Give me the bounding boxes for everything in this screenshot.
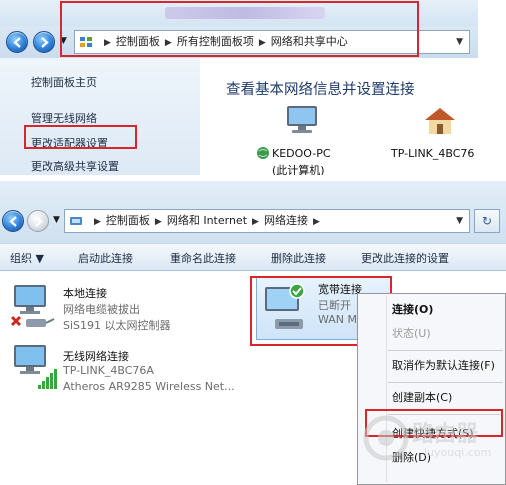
menu-item-connect[interactable]: 连接(O)	[358, 298, 505, 322]
command-toolbar: 组织 ▼ 启动此连接 重命名此连接 删除此连接 更改此连接的设置	[0, 243, 506, 271]
change-settings-button[interactable]: 更改此连接的设置	[361, 250, 449, 266]
network-sharing-center-window: ▼ ▶ 控制面板 ▶ 所有控制面板项 ▶ 网络和共享中心 ▼ 控制面板主页 管理无线网络 …	[0, 0, 478, 175]
address-dropdown-icon[interactable]: ▼	[456, 31, 463, 53]
breadcrumb-network-connections[interactable]: 网络连接	[264, 210, 308, 232]
wireless-adapter-icon	[14, 345, 57, 389]
arrow-right-icon	[41, 37, 49, 48]
back-button[interactable]	[6, 31, 28, 53]
watermark-url: luyouqi.com	[424, 446, 492, 459]
router-name: TP-LINK_4BC76	[391, 147, 475, 160]
menu-item-status[interactable]: 状态(U)	[358, 322, 505, 346]
highlight-box-address	[60, 1, 419, 57]
arrow-left-icon	[9, 216, 17, 227]
refresh-button[interactable]: ↻	[474, 209, 500, 233]
forward-button[interactable]	[27, 210, 49, 232]
network-folder-icon	[70, 217, 82, 225]
navigation-bar: ▼ ▶ 控制面板 ▶ 网络和 Internet ▶ 网络连接 ▶ ▼ ↻	[0, 181, 506, 243]
connection-name: 本地连接	[63, 287, 107, 300]
chevron-right-icon: ▶	[94, 217, 101, 227]
menu-separator	[388, 382, 503, 383]
breadcrumb-network-internet[interactable]: 网络和 Internet	[167, 210, 247, 232]
forward-button[interactable]	[33, 31, 55, 53]
sidebar: 控制面板主页 管理无线网络 更改适配器设置 更改高级共享设置	[0, 58, 200, 175]
rename-connection-button[interactable]: 重命名此连接	[170, 250, 236, 266]
sidebar-item-advanced-sharing[interactable]: 更改高级共享设置	[31, 158, 119, 174]
chevron-right-icon: ▶	[312, 217, 320, 227]
watermark: 路由器 luyouqi.com	[362, 408, 494, 472]
watermark-text: 路由器	[412, 422, 479, 447]
chevron-right-icon: ▶	[154, 217, 162, 227]
house-icon	[425, 108, 455, 134]
computer-name: KEDOO-PC	[272, 147, 331, 160]
computer-sub-label: (此计算机)	[272, 164, 325, 175]
main-panel: 查看基本网络信息并设置连接 KEDOO-PC (此计算机) TP-LINK_4B…	[200, 58, 478, 175]
delete-connection-button[interactable]: 删除此连接	[271, 250, 326, 266]
address-bar[interactable]: ▶ 控制面板 ▶ 网络和 Internet ▶ 网络连接 ▶ ▼	[64, 209, 470, 233]
start-connection-button[interactable]: 启动此连接	[78, 250, 133, 266]
connection-status: TP-LINK_4BC76A	[63, 364, 154, 377]
menu-separator	[388, 350, 503, 351]
watermark-logo-icon	[363, 415, 409, 461]
address-dropdown-icon[interactable]: ▼	[456, 210, 463, 232]
arrow-right-icon	[35, 216, 43, 227]
connection-device: Atheros AR9285 Wireless Net...	[63, 380, 235, 393]
arrow-left-icon	[13, 37, 21, 48]
history-dropdown-icon[interactable]: ▼	[53, 215, 60, 225]
refresh-icon: ↻	[481, 214, 493, 228]
connection-status: 网络电缆被拔出	[63, 303, 140, 316]
sidebar-item-home[interactable]: 控制面板主页	[31, 74, 97, 90]
back-button[interactable]	[2, 210, 24, 232]
organize-menu[interactable]: 组织 ▼	[10, 250, 44, 266]
connection-device: SiS191 以太网控制器	[63, 319, 171, 332]
sidebar-item-manage-wireless[interactable]: 管理无线网络	[31, 110, 97, 126]
ethernet-adapter-icon	[10, 285, 55, 327]
breadcrumb-control-panel[interactable]: 控制面板	[106, 210, 150, 232]
menu-item-create-copy[interactable]: 创建副本(C)	[358, 386, 505, 410]
globe-icon	[257, 147, 269, 159]
menu-item-cancel-default[interactable]: 取消作为默认连接(F)	[358, 354, 505, 378]
chevron-right-icon: ▶	[252, 217, 259, 227]
connection-name: 无线网络连接	[63, 350, 129, 363]
computer-icon	[287, 106, 317, 133]
page-title: 查看基本网络信息并设置连接	[226, 82, 415, 98]
highlight-box-adapter	[24, 125, 137, 149]
